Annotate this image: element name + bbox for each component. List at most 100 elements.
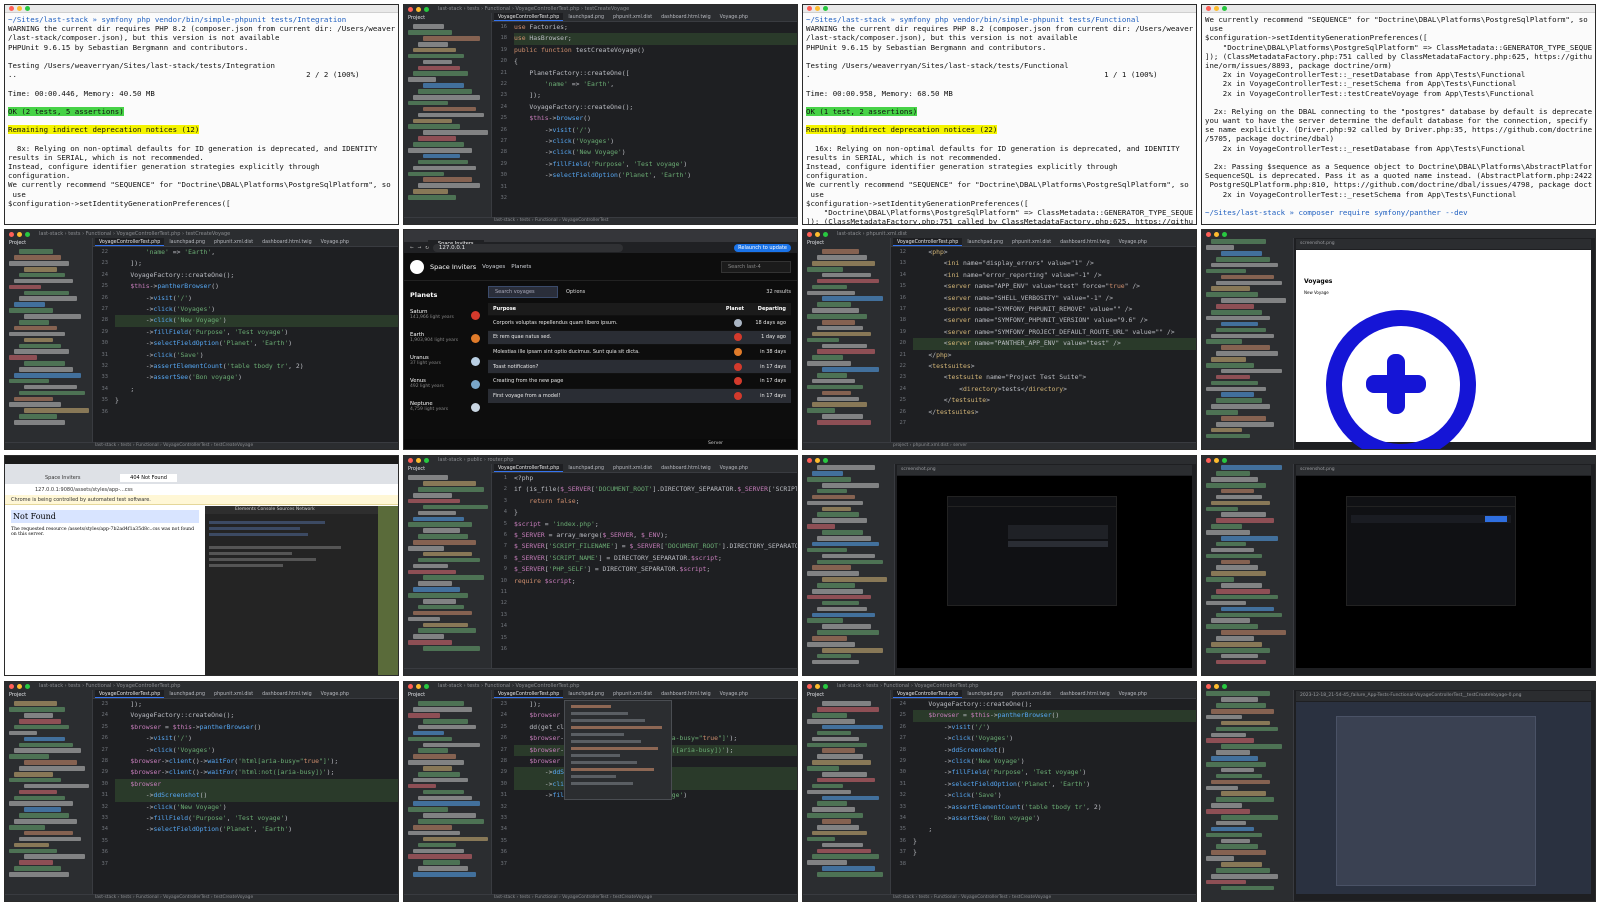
tree-item[interactable]	[1221, 720, 1270, 726]
maximize-icon[interactable]	[25, 231, 30, 237]
editor-tab[interactable]: launchpad.png	[564, 13, 608, 21]
editor-tab[interactable]: phpunit.xml.dist	[609, 690, 656, 698]
minimize-icon[interactable]	[815, 683, 820, 689]
editor-tab[interactable]: launchpad.png	[963, 238, 1007, 246]
tree-item[interactable]	[24, 736, 65, 742]
tree-item[interactable]	[1221, 488, 1254, 494]
tree-item[interactable]	[807, 337, 839, 343]
tree-item[interactable]	[9, 707, 65, 712]
code-line[interactable]: ->fillField('Purpose', 'Test voyage')	[913, 767, 1196, 778]
tree-item[interactable]	[807, 266, 843, 272]
tree-item[interactable]	[413, 71, 468, 77]
tree-item[interactable]	[24, 337, 53, 343]
tree-item[interactable]	[14, 701, 57, 706]
tree-item[interactable]	[1221, 583, 1262, 588]
minimize-icon[interactable]	[416, 6, 421, 12]
editor-tab[interactable]: phpunit.xml.dist	[609, 13, 656, 21]
tree-item[interactable]	[1211, 309, 1262, 315]
code-line[interactable]: <ini name="error_reporting" value="-1" /…	[913, 270, 1196, 281]
tree-item[interactable]	[812, 612, 875, 618]
code-line[interactable]: ->ddScreenshot()	[115, 790, 398, 802]
tree-item[interactable]	[418, 65, 460, 71]
code-line[interactable]: ->visit('/')	[115, 293, 398, 304]
column-purpose[interactable]: Purpose	[493, 306, 726, 312]
tree-item[interactable]	[817, 801, 847, 807]
tree-item[interactable]	[807, 860, 847, 865]
code-line[interactable]: $_SERVER['SCRIPT_NAME'] = DIRECTORY_SEPA…	[514, 553, 797, 564]
tree-item[interactable]	[822, 390, 851, 396]
tree-item[interactable]	[822, 866, 875, 871]
reload-icon[interactable]: ↻	[425, 244, 429, 251]
close-icon[interactable]	[807, 231, 812, 237]
tree-item[interactable]	[807, 500, 863, 506]
code-line[interactable]: ->visit('/')	[514, 125, 797, 136]
editor-tab[interactable]: phpunit.xml.dist	[609, 464, 656, 472]
tree-item[interactable]	[14, 373, 81, 378]
tree-item[interactable]	[19, 860, 53, 865]
code-line[interactable]: VoyageFactory::createOne();	[115, 710, 398, 721]
code-line[interactable]: ->click('New Voyage')	[115, 315, 398, 327]
tree-item[interactable]	[19, 319, 49, 325]
tree-item[interactable]	[1211, 618, 1250, 624]
tree-item[interactable]	[812, 518, 867, 523]
project-tree[interactable]: Project	[803, 238, 891, 442]
minimize-icon[interactable]	[815, 6, 820, 11]
tree-item[interactable]	[418, 41, 448, 47]
tree-item[interactable]	[812, 854, 879, 860]
tree-item[interactable]	[423, 646, 480, 651]
maximize-icon[interactable]	[424, 457, 429, 463]
tree-item[interactable]	[807, 547, 847, 553]
editor-tab[interactable]: dashboard.html.twig	[258, 690, 316, 698]
tree-item[interactable]	[1216, 844, 1258, 850]
tree-item[interactable]	[9, 261, 69, 266]
tree-item[interactable]	[14, 724, 69, 730]
code-line[interactable]: ->click('Voyages')	[115, 745, 398, 756]
code-line[interactable]: <?php	[514, 473, 797, 484]
code-line[interactable]: </php>	[913, 350, 1196, 361]
breadcrumb[interactable]: last-stack › tests › Functional › Voyage…	[39, 683, 180, 689]
tree-item[interactable]	[807, 836, 835, 842]
tree-item[interactable]	[1211, 404, 1270, 409]
minimize-icon[interactable]	[1214, 683, 1219, 689]
breadcrumb[interactable]: last-stack › public › router.php	[438, 457, 513, 463]
table-row[interactable]: Et rem quae natus sed. 1 day ago	[488, 329, 791, 345]
minimize-icon[interactable]	[1214, 231, 1219, 237]
tree-item[interactable]	[1211, 826, 1254, 832]
code-line[interactable]: }	[913, 847, 1196, 858]
code-line[interactable]: ->assertElementCount('table tbody tr', 2…	[115, 361, 398, 372]
tree-item[interactable]	[423, 59, 452, 65]
tree-item[interactable]	[812, 471, 843, 476]
nav-voyages-link[interactable]: Voyages	[482, 264, 505, 270]
tree-item[interactable]	[807, 524, 835, 529]
tree-item[interactable]	[413, 634, 444, 639]
tree-item[interactable]	[1206, 624, 1258, 629]
tree-item[interactable]	[1221, 630, 1286, 635]
tree-item[interactable]	[14, 819, 77, 824]
tree-item[interactable]	[1221, 606, 1274, 612]
tree-item[interactable]	[1211, 756, 1258, 761]
tree-item[interactable]	[1221, 298, 1286, 303]
tree-item[interactable]	[24, 760, 77, 765]
tree-item[interactable]	[14, 771, 53, 777]
editor-tab[interactable]: VoyageControllerTest.php	[893, 238, 963, 246]
tree-item[interactable]	[1216, 750, 1250, 755]
tree-item[interactable]	[418, 159, 468, 165]
tree-item[interactable]	[418, 795, 472, 801]
voyage-purpose[interactable]: First voyage from a model!	[493, 393, 734, 399]
editor-tab[interactable]: dashboard.html.twig	[258, 238, 316, 246]
editor-tab[interactable]: dashboard.html.twig	[1056, 690, 1114, 698]
project-tree[interactable]	[1202, 690, 1294, 901]
tree-item[interactable]	[9, 754, 49, 759]
planet-item[interactable]: Earth 1,903,904 light years	[410, 332, 480, 355]
tree-item[interactable]	[413, 142, 464, 147]
tree-item[interactable]	[423, 130, 488, 135]
tree-item[interactable]	[413, 516, 464, 522]
tree-item[interactable]	[817, 325, 863, 331]
editor-tab[interactable]: phpunit.xml.dist	[210, 238, 257, 246]
tree-item[interactable]	[408, 807, 448, 812]
close-icon[interactable]	[9, 231, 14, 237]
code-line[interactable]: ->fillField('Purpose', 'Test voyage')	[115, 327, 398, 338]
code-line[interactable]: <server name="SYMFONY_PHPUNIT_VERSION" v…	[913, 315, 1196, 326]
tree-item[interactable]	[413, 189, 448, 194]
tree-item[interactable]	[807, 571, 859, 576]
